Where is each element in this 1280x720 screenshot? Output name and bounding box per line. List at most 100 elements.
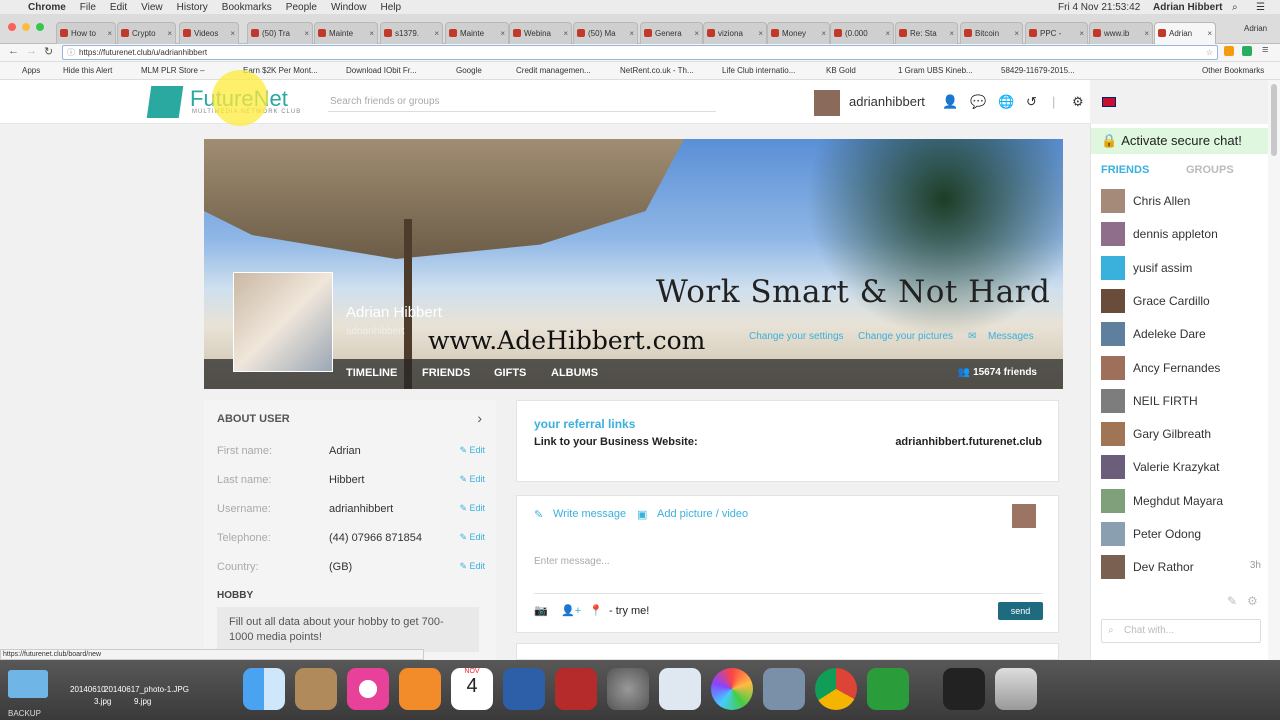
tab-close-icon[interactable]: × <box>821 23 826 44</box>
menu-app[interactable]: Chrome <box>28 2 66 13</box>
logo-mark-icon[interactable] <box>146 86 184 118</box>
chat-friend-item[interactable]: Peter Odong <box>1101 522 1261 546</box>
browser-tab[interactable]: Mainte × <box>445 22 509 44</box>
chat-tab-groups[interactable]: GROUPS <box>1186 164 1234 176</box>
change-pictures-link[interactable]: Change your pictures <box>858 331 953 342</box>
menu-view[interactable]: View <box>141 2 163 13</box>
settings-icon[interactable]: ⚙ <box>1072 94 1084 110</box>
edit-button[interactable]: ✎ Edit <box>459 445 485 456</box>
tab-timeline[interactable]: TIMELINE <box>346 367 397 379</box>
browser-tab[interactable]: Genera × <box>640 22 703 44</box>
bookmark-item[interactable]: 58429-11679-2015... <box>1001 66 1075 75</box>
browser-tab[interactable]: Money × <box>767 22 830 44</box>
chat-friend-item[interactable]: Meghdut Mayara <box>1101 488 1261 513</box>
tab-close-icon[interactable]: × <box>1014 23 1019 44</box>
add-picture-icon[interactable]: ▣ <box>637 508 647 521</box>
browser-tab[interactable]: How to × <box>56 22 116 44</box>
tab-close-icon[interactable]: × <box>949 23 954 44</box>
tab-close-icon[interactable]: × <box>1144 23 1149 44</box>
itunes-icon[interactable] <box>347 668 389 710</box>
photo-booth-icon[interactable] <box>555 668 597 710</box>
backup-folder-icon[interactable] <box>8 670 48 698</box>
bookmark-item[interactable]: KB Gold <box>826 66 856 75</box>
browser-tab[interactable]: Videos × <box>179 22 239 44</box>
chat-friend-item[interactable]: Grace Cardillo <box>1101 288 1261 313</box>
bookmark-item[interactable]: Google <box>456 66 482 75</box>
edit-button[interactable]: ✎ Edit <box>459 532 485 543</box>
bookmark-item[interactable]: 1 Gram UBS Kineb... <box>898 66 973 75</box>
header-username[interactable]: adrianhibbert <box>849 94 925 109</box>
photos-icon[interactable] <box>711 668 753 710</box>
finder-icon[interactable] <box>243 668 285 710</box>
tab-close-icon[interactable]: × <box>500 23 505 44</box>
bookmark-item[interactable]: Hide this Alert <box>63 66 112 75</box>
preview-icon[interactable] <box>659 668 701 710</box>
image-capture-icon[interactable] <box>763 668 805 710</box>
spotlight-icon[interactable]: ⌕ <box>1232 2 1238 13</box>
chat-friend-item[interactable]: Gary Gilbreath <box>1101 422 1261 447</box>
trash-icon[interactable] <box>995 668 1037 710</box>
chat-friend-item[interactable]: Ancy Fernandes <box>1101 355 1261 380</box>
tab-close-icon[interactable]: × <box>434 23 439 44</box>
browser-tab[interactable]: (50) Ma × <box>573 22 638 44</box>
browser-tab[interactable]: Crypto × <box>117 22 176 44</box>
tab-close-icon[interactable]: × <box>230 23 235 44</box>
header-avatar[interactable] <box>814 90 840 116</box>
write-message-tab[interactable]: Write message <box>553 508 626 520</box>
desktop-file-1[interactable]: 20140610 <box>70 685 106 694</box>
extension-icon[interactable] <box>1242 46 1252 56</box>
chat-friend-item[interactable]: dennis appleton <box>1101 222 1261 247</box>
bookmark-item[interactable]: Apps <box>22 66 40 75</box>
change-settings-link[interactable]: Change your settings <box>749 331 844 342</box>
chrome-dock-icon[interactable] <box>815 668 857 710</box>
tab-gifts[interactable]: GIFTS <box>494 367 526 379</box>
bookmark-item[interactable]: NetRent.co.uk - Th... <box>620 66 694 75</box>
edit-button[interactable]: ✎ Edit <box>459 561 485 572</box>
messages-icon[interactable]: 💬 <box>970 94 986 110</box>
back-icon[interactable]: ← <box>8 45 19 57</box>
tab-close-icon[interactable]: × <box>107 23 112 44</box>
chat-friend-item[interactable]: Valerie Krazykat <box>1101 455 1261 480</box>
chevron-right-icon[interactable]: › <box>477 410 482 426</box>
bookmark-item[interactable]: Other Bookmarks <box>1202 66 1264 75</box>
menubar-user[interactable]: Adrian Hibbert <box>1153 2 1222 13</box>
tab-close-icon[interactable]: × <box>167 23 172 44</box>
url-input[interactable]: ⓘ https://futurenet.club/u/adrianhibbert… <box>62 45 1218 60</box>
bookmark-star-icon[interactable]: ☆ <box>1206 46 1213 59</box>
desktop-file-2[interactable]: 20140617_photo-1.JPG <box>104 685 189 694</box>
history-icon[interactable]: ↺ <box>1026 94 1037 110</box>
tab-close-icon[interactable]: × <box>758 23 763 44</box>
chat-friend-item[interactable]: Dev Rathor 3h <box>1101 555 1261 580</box>
chat-tab-friends[interactable]: FRIENDS <box>1101 164 1149 176</box>
window-close-button[interactable] <box>8 23 16 31</box>
contacts-icon[interactable] <box>295 668 337 710</box>
bookmark-item[interactable]: Life Club internatio... <box>722 66 795 75</box>
tab-close-icon[interactable]: × <box>1079 23 1084 44</box>
compose-icon[interactable]: ✎ <box>1227 594 1237 608</box>
globe-icon[interactable]: 🌐 <box>998 94 1014 110</box>
window-zoom-button[interactable] <box>36 23 44 31</box>
referral-link[interactable]: adrianhibbert.futurenet.club <box>895 436 1042 448</box>
bookmark-item[interactable]: MLM PLR Store – <box>141 66 205 75</box>
rss-icon[interactable] <box>1224 46 1234 56</box>
browser-tab[interactable]: s1379. × <box>380 22 443 44</box>
activate-secure-chat[interactable]: 🔒 Activate secure chat! <box>1091 128 1269 154</box>
browser-tab[interactable]: (0.000 × <box>830 22 894 44</box>
display-icon[interactable] <box>943 668 985 710</box>
scrollbar-thumb[interactable] <box>1271 84 1277 156</box>
search-input[interactable]: Search friends or groups <box>328 92 716 112</box>
ibooks-icon[interactable] <box>399 668 441 710</box>
menu-history[interactable]: History <box>177 2 208 13</box>
profile-picture[interactable] <box>233 272 333 372</box>
chat-friend-item[interactable]: yusif assim <box>1101 255 1261 280</box>
tag-friend-icon[interactable]: 👤+ <box>561 604 581 617</box>
edit-button[interactable]: ✎ Edit <box>459 503 485 514</box>
tab-friends[interactable]: FRIENDS <box>422 367 470 379</box>
chat-search-input[interactable]: ⌕ Chat with... <box>1101 619 1261 643</box>
tab-close-icon[interactable]: × <box>885 23 890 44</box>
browser-tab[interactable]: Adrian × <box>1154 22 1216 44</box>
write-message-icon[interactable]: ✎ <box>534 508 543 521</box>
camera-icon[interactable]: 📷 <box>534 604 548 617</box>
bookmark-item[interactable]: Credit managemen... <box>516 66 591 75</box>
browser-tab[interactable]: www.ib × <box>1089 22 1153 44</box>
